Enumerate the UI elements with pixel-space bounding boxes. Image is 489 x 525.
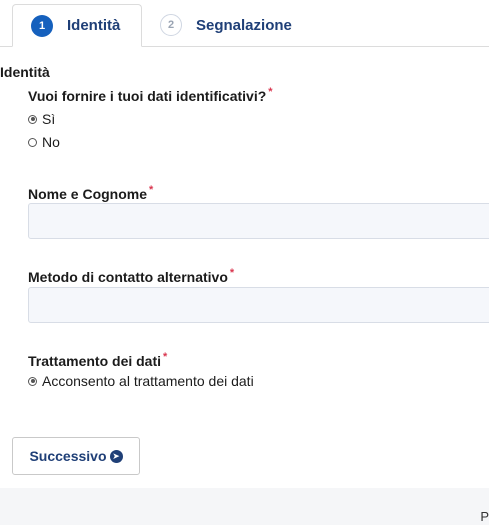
name-field-label: Nome e Cognome * [28, 184, 154, 202]
contact-field-label-text: Metodo di contatto alternativo [28, 269, 228, 285]
next-button-label: Successivo [29, 448, 107, 464]
next-button[interactable]: Successivo ➤ [12, 437, 140, 475]
consent-label: Trattamento dei dati * [28, 351, 168, 369]
required-marker: * [149, 184, 154, 196]
radio-option-no[interactable]: No [28, 134, 60, 150]
required-marker: * [268, 86, 273, 98]
footer-text: P [480, 509, 489, 524]
consent-option-label: Acconsento al trattamento dei dati [42, 373, 254, 389]
step-number-1: 1 [31, 14, 53, 37]
question-label: Vuoi fornire i tuoi dati identificativi?… [28, 86, 273, 104]
required-marker: * [229, 267, 235, 279]
arrow-right-circle-icon: ➤ [109, 449, 123, 463]
consent-radio-option[interactable]: Acconsento al trattamento dei dati [28, 373, 254, 389]
tab-label-identita: Identità [67, 17, 121, 34]
name-field-label-text: Nome e Cognome [28, 186, 148, 202]
contact-field-label: Metodo di contatto alternativo * [28, 267, 235, 285]
radio-label-no: No [42, 134, 60, 150]
tab-identita[interactable]: 1 Identità [12, 4, 142, 47]
consent-label-text: Trattamento dei dati [28, 353, 162, 369]
contact-input[interactable] [28, 287, 489, 323]
footer-bar [0, 488, 489, 525]
required-marker: * [163, 351, 168, 363]
radio-label-si: Sì [42, 111, 56, 127]
question-label-text: Vuoi fornire i tuoi dati identificativi? [28, 88, 267, 104]
section-title: Identità [0, 64, 50, 80]
radio-checked-icon[interactable] [28, 376, 37, 386]
tab-segnalazione[interactable]: 2 Segnalazione [158, 4, 292, 46]
radio-option-si[interactable]: Sì [28, 111, 55, 127]
name-input[interactable] [28, 203, 489, 239]
radio-checked-icon[interactable] [28, 114, 37, 124]
step-tabs: 1 Identità 2 Segnalazione [0, 0, 489, 47]
radio-unchecked-icon[interactable] [28, 137, 37, 147]
tab-label-segnalazione: Segnalazione [196, 16, 292, 34]
step-number-2: 2 [160, 14, 182, 36]
